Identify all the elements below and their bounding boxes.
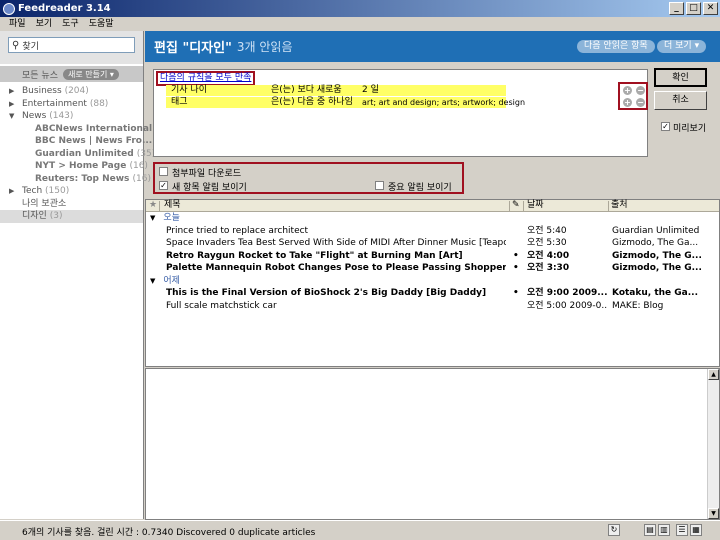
ok-button[interactable]: 확인	[654, 68, 707, 87]
table-row[interactable]: Space Invaders Tea Best Served With Side…	[146, 237, 719, 250]
menu-view[interactable]: 보기	[31, 17, 58, 31]
app-icon	[3, 2, 15, 15]
rule-editor: 다음의 규칙을 모두 만족 기사 나이 은(는) 보다 새로움 2 일 태그 은…	[153, 69, 648, 157]
remove-rule-icon[interactable]: −	[636, 98, 645, 107]
sidebar-item-entertainment[interactable]: ▶ Entertainment (88)	[0, 98, 143, 111]
group-yesterday[interactable]: ▼ 어제	[146, 275, 719, 288]
notify-important-checkbox[interactable]	[375, 181, 384, 190]
refresh-icon[interactable]: ↻	[608, 524, 620, 536]
rule-buttons: + − + −	[618, 82, 648, 110]
sidebar-item-bbcnews[interactable]: BBC News | News Fro...	[0, 135, 152, 148]
search-area: ⚲ 찾기	[0, 31, 143, 64]
close-button[interactable]: ✕	[703, 2, 718, 15]
collapse-arrow-icon[interactable]: ▼	[150, 277, 155, 285]
match-all-link[interactable]: 다음의 규칙을 모두 만족	[156, 71, 256, 86]
notify-new-label: 새 항목 알림 보이기	[172, 183, 247, 193]
notify-new-checkbox[interactable]: ✓	[159, 181, 168, 190]
all-news-label: 모든 뉴스	[22, 70, 58, 81]
vertical-scrollbar[interactable]: ▲ ▼	[707, 369, 719, 519]
sidebar-item-reuters[interactable]: Reuters: Top News (16)	[0, 173, 151, 186]
star-column-icon[interactable]: ★	[149, 200, 157, 211]
minimize-button[interactable]: _	[669, 2, 684, 15]
maximize-button[interactable]: □	[686, 2, 701, 15]
page-title: 편집 "디자인"	[154, 41, 232, 56]
layout-icon[interactable]: ▤	[644, 524, 656, 536]
rule-row[interactable]: 기사 나이 은(는) 보다 새로움 2 일	[166, 85, 506, 96]
status-text: 6개의 기사를 찾음. 걸린 시간 : 0.7340 Discovered 0 …	[22, 528, 316, 538]
rule-operator[interactable]: 은(는) 다음 중 하나임	[271, 97, 353, 108]
expand-arrow-icon[interactable]: ▶	[9, 85, 14, 98]
table-row[interactable]: This is the Final Version of BioShock 2'…	[146, 287, 719, 300]
preview-label: 미리보기	[673, 124, 707, 134]
next-unread-button[interactable]: 다음 안읽은 항목	[577, 40, 655, 53]
unread-count: 3개 안읽음	[236, 40, 293, 54]
preview-checkbox[interactable]: ✓	[661, 122, 670, 131]
column-header: ★ 제목 ✎ 날짜 출처	[146, 200, 719, 212]
status-bar: 6개의 기사를 찾음. 걸린 시간 : 0.7340 Discovered 0 …	[0, 520, 720, 540]
menu-tools[interactable]: 도구	[57, 17, 84, 31]
article-list: ★ 제목 ✎ 날짜 출처 ▼ 오늘 Prince tried to replace…	[145, 199, 720, 367]
more-button[interactable]: 더 보기 ▾	[657, 40, 707, 53]
title-bar: Feedreader 3.14 _ □ ✕	[0, 0, 720, 17]
table-row[interactable]: Prince tried to replace architect 오전 5:4…	[146, 225, 719, 238]
rule-field[interactable]: 태그	[171, 97, 188, 108]
window-title: Feedreader 3.14	[18, 3, 111, 14]
table-row[interactable]: Full scale matchstick car 오전 5:00 2009-0…	[146, 300, 719, 313]
main-panel: 편집 "디자인" 3개 안읽음 다음 안읽은 항목 더 보기 ▾ 다음의 규칙을…	[145, 31, 720, 520]
rule-value[interactable]: 2 일	[362, 85, 379, 96]
add-rule-icon[interactable]: +	[623, 98, 632, 107]
collapse-arrow-icon[interactable]: ▼	[9, 110, 14, 123]
view-mode-icon[interactable]: ▥	[658, 524, 670, 536]
table-row[interactable]: Retro Raygun Rocket to Take "Flight" at …	[146, 250, 719, 263]
add-rule-icon[interactable]: +	[623, 86, 632, 95]
scroll-down-icon[interactable]: ▼	[708, 508, 719, 519]
rule-operator[interactable]: 은(는) 보다 새로움	[271, 85, 342, 96]
notify-important-label: 중요 알림 보이기	[388, 183, 452, 193]
expand-arrow-icon[interactable]: ▶	[9, 98, 14, 111]
menu-help[interactable]: 도움말	[84, 17, 119, 31]
menu-bar: 파일 보기 도구 도움말	[0, 17, 720, 31]
sidebar-item-tech[interactable]: ▶ Tech (150)	[0, 185, 143, 198]
collapse-arrow-icon[interactable]: ▼	[150, 214, 155, 222]
sidebar: ⚲ 찾기 모든 뉴스 새로 만들기 ▾ ▶ Business (204) ▶ Ent…	[0, 31, 155, 519]
sidebar-item-archive[interactable]: 나의 보관소	[0, 198, 143, 211]
list-view-icon[interactable]: ☰	[676, 524, 688, 536]
remove-rule-icon[interactable]: −	[636, 86, 645, 95]
rule-value[interactable]: art; art and design; arts; artwork; desi…	[362, 97, 525, 108]
sidebar-item-design[interactable]: 디자인 (3)	[0, 210, 143, 223]
download-attachments-label: 첨부파일 다운로드	[172, 169, 242, 179]
sidebar-item-business[interactable]: ▶ Business (204)	[0, 85, 143, 98]
notification-options: 첨부파일 다운로드 ✓ 새 항목 알림 보이기 중요 알림 보이기	[153, 162, 464, 194]
search-placeholder: 찾기	[22, 41, 39, 52]
article-preview[interactable]: ▲ ▼	[145, 368, 720, 520]
sidebar-item-nyt[interactable]: NYT > Home Page (16)	[0, 160, 148, 173]
menu-file[interactable]: 파일	[4, 17, 31, 31]
new-feed-button[interactable]: 새로 만들기 ▾	[62, 68, 119, 80]
source-column[interactable]: 출처	[611, 200, 628, 211]
sidebar-item-abcnews[interactable]: ABCNews International	[0, 123, 152, 136]
split-view-icon[interactable]: ▦	[690, 524, 702, 536]
all-news-header[interactable]: 모든 뉴스 새로 만들기 ▾	[0, 66, 143, 82]
cancel-button[interactable]: 취소	[654, 91, 707, 110]
rule-field[interactable]: 기사 나이	[171, 85, 207, 96]
search-icon: ⚲	[12, 39, 20, 51]
expand-arrow-icon[interactable]: ▶	[9, 185, 14, 198]
rule-row[interactable]: 태그 은(는) 다음 중 하나임 art; art and design; ar…	[166, 97, 525, 108]
feed-header: 편집 "디자인" 3개 안읽음 다음 안읽은 항목 더 보기 ▾	[145, 31, 720, 62]
download-attachments-checkbox[interactable]	[159, 167, 168, 176]
sidebar-item-news[interactable]: ▼ News (143)	[0, 110, 143, 123]
search-input[interactable]: ⚲ 찾기	[8, 37, 135, 53]
table-row[interactable]: Palette Mannequin Robot Changes Pose to …	[146, 262, 719, 275]
flag-column-icon[interactable]: ✎	[512, 200, 520, 211]
date-column[interactable]: 날짜	[527, 200, 544, 211]
sidebar-item-guardian[interactable]: Guardian Unlimited (35)	[0, 148, 155, 161]
title-column[interactable]: 제목	[164, 200, 181, 211]
group-today[interactable]: ▼ 오늘	[146, 212, 719, 225]
scroll-up-icon[interactable]: ▲	[708, 369, 719, 380]
